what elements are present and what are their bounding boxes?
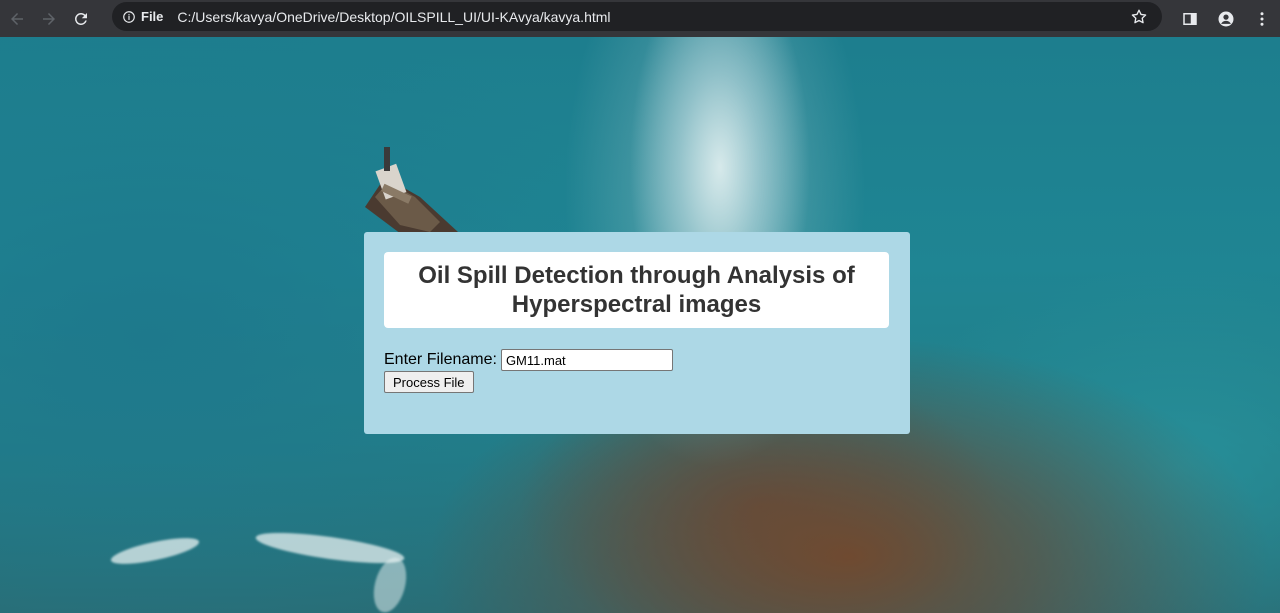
site-info-chip[interactable]: File bbox=[122, 9, 163, 24]
back-button[interactable] bbox=[2, 4, 32, 34]
page-title: Oil Spill Detection through Analysis of … bbox=[418, 262, 855, 318]
process-file-button[interactable]: Process File bbox=[384, 371, 474, 393]
profile-icon bbox=[1218, 11, 1234, 26]
reload-icon bbox=[74, 12, 87, 25]
forward-button[interactable] bbox=[34, 4, 64, 34]
url-text[interactable]: C:/Users/kavya/OneDrive/Desktop/OILSPILL… bbox=[177, 9, 610, 25]
wave-foam bbox=[109, 532, 201, 570]
info-icon bbox=[123, 10, 135, 23]
back-arrow-icon bbox=[11, 12, 23, 25]
page-background: Oil Spill Detection through Analysis of … bbox=[0, 37, 1280, 613]
filename-form-row: Enter Filename: bbox=[384, 349, 673, 371]
side-panel-button[interactable] bbox=[1172, 4, 1208, 34]
chip-label: File bbox=[141, 9, 164, 24]
browser-toolbar: File C:/Users/kavya/OneDrive/Desktop/OIL… bbox=[0, 0, 1280, 37]
address-bar[interactable]: File C:/Users/kavya/OneDrive/Desktop/OIL… bbox=[112, 2, 1162, 31]
profile-button[interactable] bbox=[1208, 4, 1244, 34]
filename-label: Enter Filename: bbox=[384, 351, 497, 368]
side-panel-icon bbox=[1183, 12, 1197, 25]
ship-image bbox=[365, 147, 458, 247]
filename-input[interactable] bbox=[500, 349, 673, 371]
menu-button[interactable] bbox=[1244, 4, 1280, 34]
title-box: Oil Spill Detection through Analysis of … bbox=[384, 252, 889, 328]
menu-dots-icon bbox=[1260, 11, 1264, 26]
upload-card: Oil Spill Detection through Analysis of … bbox=[364, 232, 910, 434]
star-icon[interactable] bbox=[1130, 8, 1148, 26]
reload-button[interactable] bbox=[66, 4, 96, 34]
forward-arrow-icon bbox=[43, 12, 55, 25]
